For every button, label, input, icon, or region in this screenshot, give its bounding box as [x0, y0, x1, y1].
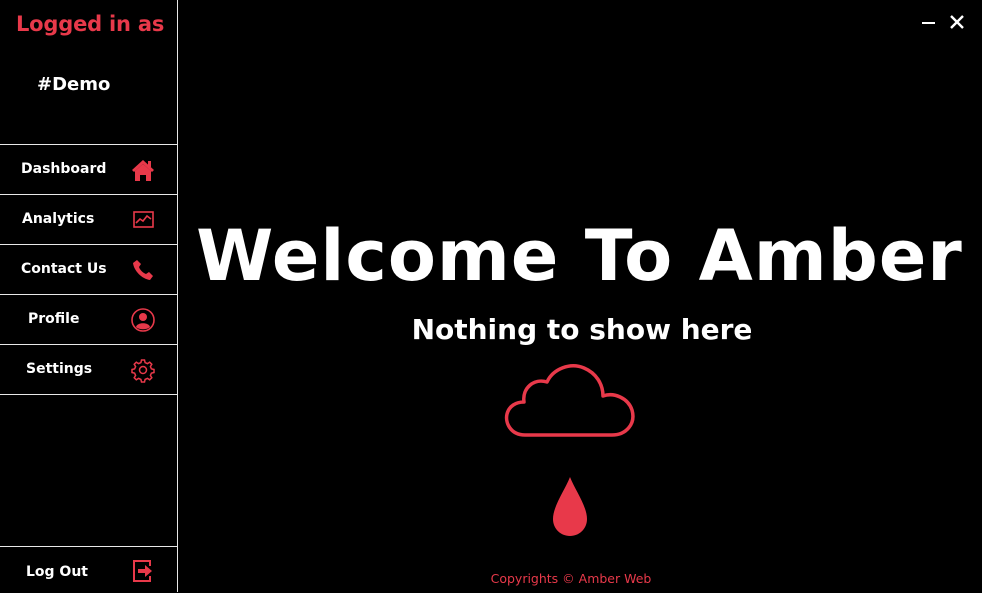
nav-item-label: Settings — [26, 361, 93, 377]
logout-label: Log Out — [26, 564, 88, 580]
nav-menu: Dashboard Analytics Contact Us Profile S… — [0, 144, 177, 395]
phone-icon — [130, 257, 156, 283]
gear-icon — [130, 357, 156, 383]
nav-item-dashboard[interactable]: Dashboard — [0, 144, 177, 194]
nav-item-label: Dashboard — [21, 161, 107, 177]
nav-item-analytics[interactable]: Analytics — [0, 194, 177, 244]
logout-icon — [130, 558, 156, 584]
copyright-footer: Copyrights © Amber Web — [490, 571, 652, 586]
window-controls — [918, 12, 968, 36]
profile-icon — [130, 307, 156, 333]
welcome-title: Welcome To Amber — [196, 215, 963, 297]
minimize-icon[interactable] — [918, 12, 940, 34]
close-icon[interactable] — [946, 12, 968, 34]
empty-state-subtitle: Nothing to show here — [411, 313, 753, 346]
nav-item-label: Profile — [28, 311, 80, 327]
logged-in-label: Logged in as — [16, 12, 165, 36]
home-icon — [130, 157, 156, 183]
analytics-icon — [130, 207, 156, 233]
raindrop-icon — [551, 476, 589, 538]
nav-item-contact-us[interactable]: Contact Us — [0, 244, 177, 294]
nav-item-profile[interactable]: Profile — [0, 294, 177, 344]
cloud-icon — [500, 362, 638, 442]
nav-item-label: Contact Us — [21, 261, 107, 277]
username: #Demo — [37, 74, 111, 95]
nav-item-label: Analytics — [22, 211, 95, 227]
logout-button[interactable]: Log Out — [0, 546, 177, 593]
nav-item-settings[interactable]: Settings — [0, 344, 177, 395]
sidebar: Logged in as #Demo Dashboard Analytics C… — [0, 0, 178, 592]
